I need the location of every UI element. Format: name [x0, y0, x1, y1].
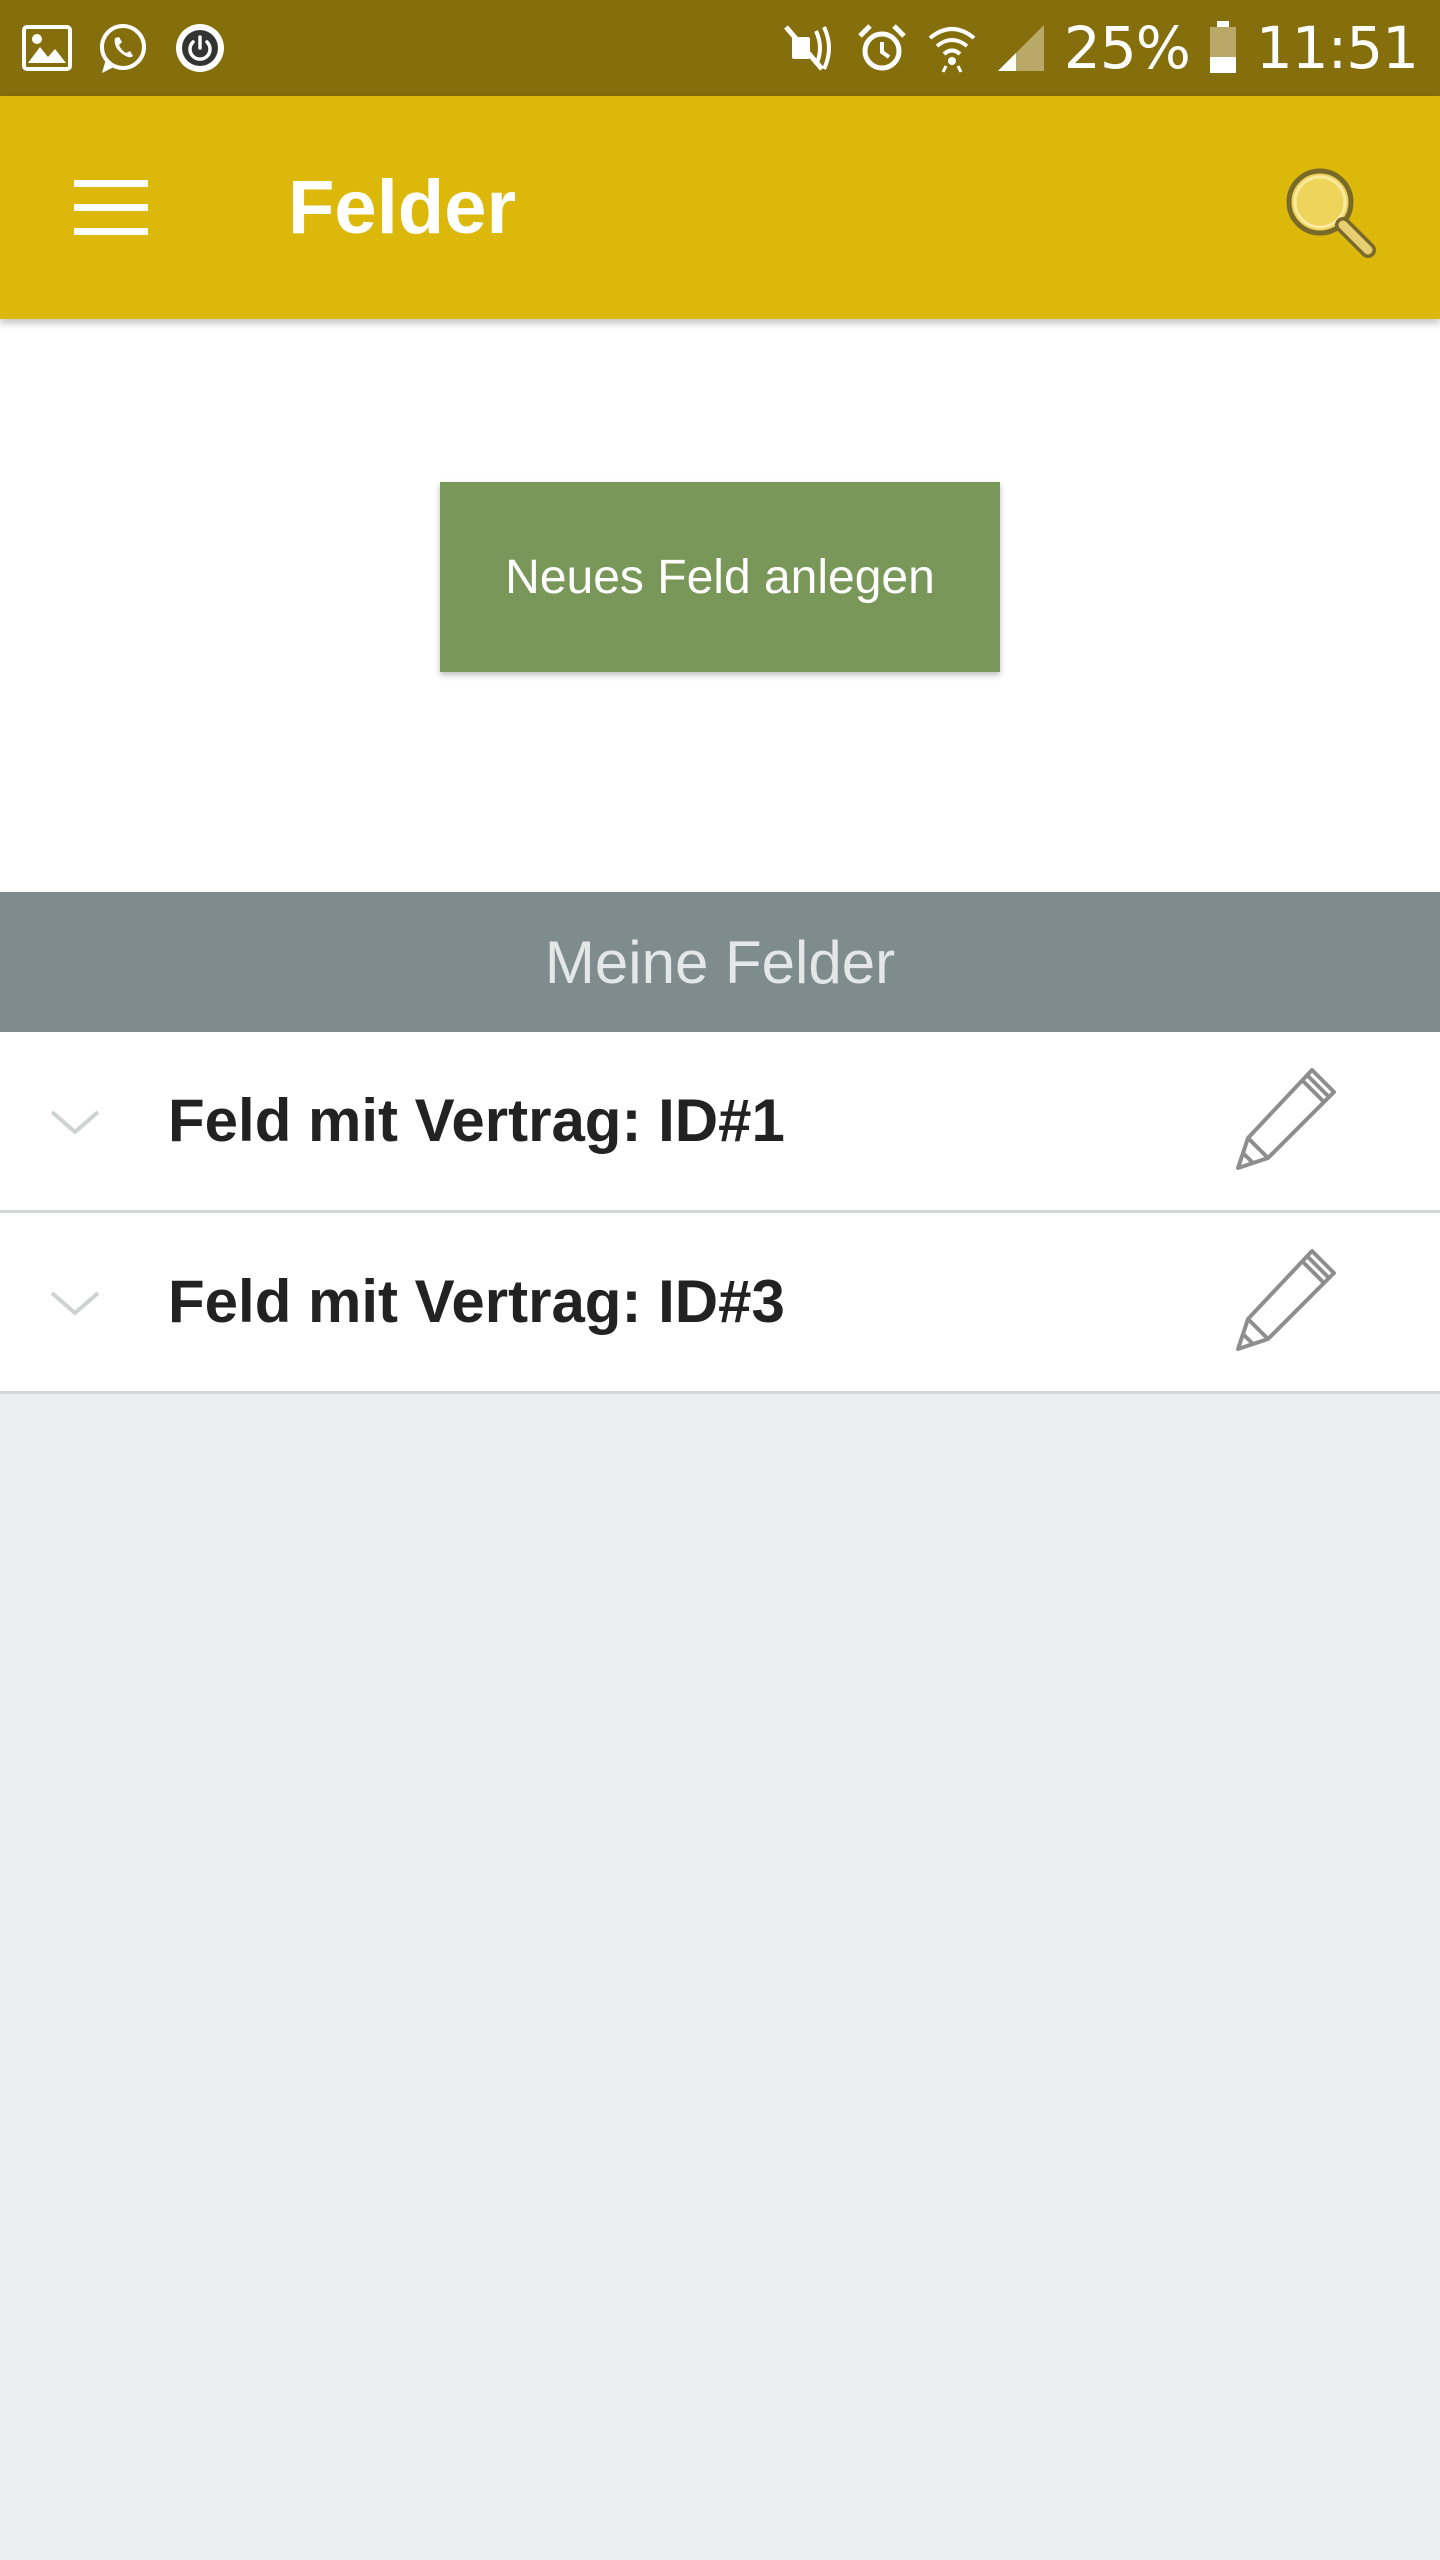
section-title: Meine Felder [544, 928, 896, 996]
field-label: Feld mit Vertrag: ID#1 [168, 1087, 785, 1154]
wifi-icon [926, 22, 978, 74]
app-bar: Felder [0, 96, 1440, 319]
mute-icon [782, 23, 838, 73]
clock: 11:51 [1255, 14, 1419, 82]
pencil-icon[interactable] [1228, 1062, 1344, 1178]
pencil-icon[interactable] [1228, 1243, 1344, 1359]
menu-icon[interactable] [66, 176, 156, 240]
gallery-icon [22, 25, 72, 71]
system-icons: 25% 11:51 [764, 14, 1419, 82]
list-item[interactable]: Feld mit Vertrag: ID#3 [0, 1213, 1440, 1394]
new-field-button[interactable]: Neues Feld anlegen [440, 482, 1000, 672]
chevron-down-icon[interactable] [48, 1287, 102, 1319]
page-title: Felder [288, 165, 517, 250]
field-list: Feld mit Vertrag: ID#1 Feld mit Vertrag:… [0, 1032, 1440, 1394]
power-icon [174, 22, 226, 74]
field-label: Feld mit Vertrag: ID#3 [168, 1268, 785, 1335]
list-item[interactable]: Feld mit Vertrag: ID#1 [0, 1032, 1440, 1213]
battery-icon [1208, 21, 1238, 75]
whatsapp-icon [96, 21, 150, 75]
alarm-icon [856, 22, 908, 74]
signal-icon [996, 23, 1046, 73]
action-panel: Neues Feld anlegen [0, 319, 1440, 892]
status-bar: 25% 11:51 [0, 0, 1440, 96]
notification-icons [22, 21, 250, 75]
section-header: Meine Felder [0, 892, 1440, 1032]
search-icon[interactable] [1276, 158, 1380, 262]
battery-percent: 25% [1063, 14, 1191, 82]
chevron-down-icon[interactable] [48, 1106, 102, 1138]
